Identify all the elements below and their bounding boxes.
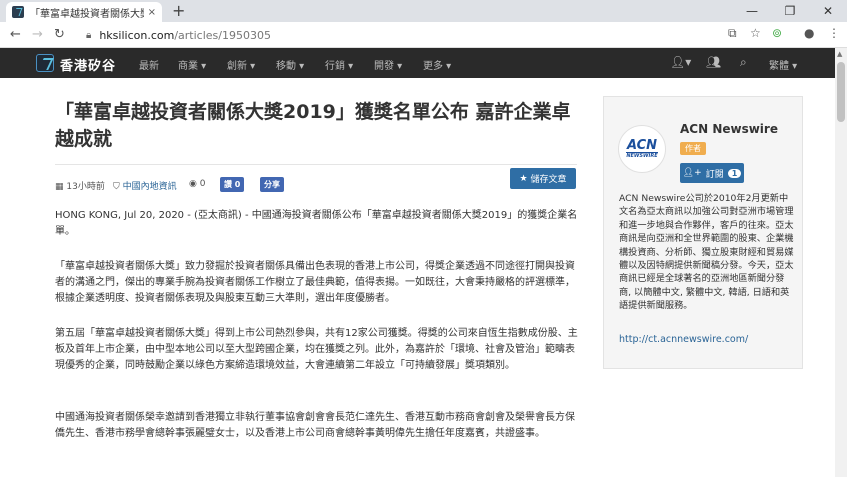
- article-category[interactable]: ⛉ 中國內地資訊: [113, 179, 177, 192]
- back-arrow-icon[interactable]: ←: [10, 26, 21, 44]
- author-website-link[interactable]: http://ct.acnnewswire.com/: [619, 334, 748, 345]
- nav-latest[interactable]: 最新: [139, 57, 159, 72]
- article-paragraph: 中國通海投資者關係榮幸邀請到香港獨立非執行董事協會創會會長范仁達先生、香港互動市…: [55, 412, 575, 439]
- save-article-button[interactable]: ★ 儲存文章: [510, 168, 576, 189]
- menu-kebab-icon[interactable]: ⋮: [828, 26, 840, 40]
- save-article-label: 儲存文章: [530, 175, 567, 185]
- search-icon[interactable]: ⌕: [740, 55, 747, 70]
- subscribe-button[interactable]: 👤︎+ 訂閱 1: [680, 163, 744, 183]
- language-select[interactable]: 繁體 ▾: [769, 57, 797, 72]
- window-close-button[interactable]: ✕: [809, 0, 847, 22]
- scrollbar-thumb[interactable]: [837, 62, 845, 122]
- subscribe-label: 訂閱: [705, 169, 724, 180]
- nav-development[interactable]: 開發 ▾: [374, 57, 402, 72]
- forward-arrow-icon[interactable]: →: [32, 26, 43, 44]
- page-scrollbar[interactable]: ▲: [835, 48, 847, 477]
- browser-tab-bar: 「華富卓越投資者關係大獎2019 × + — ❐ ✕: [0, 0, 847, 22]
- browser-toolbar: ← → ↻ 🔒︎ hksilicon.com/articles/1950305 …: [0, 22, 847, 48]
- article-title: 「華富卓越投資者關係大獎2019」獲獎名單公布 嘉許企業卓越成就: [55, 101, 571, 150]
- url-text: hksilicon.com/articles/1950305: [99, 29, 271, 42]
- community-icon[interactable]: 👥︎: [706, 55, 721, 69]
- article-time-text: 13小時前: [66, 182, 105, 192]
- nav-more[interactable]: 更多 ▾: [423, 57, 451, 72]
- facebook-share-button[interactable]: 分享: [260, 177, 284, 192]
- subscriber-count-badge: 1: [727, 168, 742, 178]
- divider: [55, 164, 577, 165]
- extension-icon[interactable]: ⊚: [772, 26, 782, 40]
- tag-icon: ⛉: [113, 182, 123, 192]
- lock-icon: 🔒︎: [86, 29, 92, 41]
- avatar-logo-main: ACN: [626, 137, 658, 153]
- article-time: ▦ 13小時前: [55, 179, 105, 192]
- star-icon: ★: [519, 173, 531, 184]
- author-avatar[interactable]: ACN NEWSWIRE: [618, 125, 666, 173]
- article-paragraph: 第五屆「華富卓越投資者關係大獎」得到上市公司熱烈參與，共有12家公司獲獎。得獎的…: [55, 328, 578, 371]
- tab-title: 「華富卓越投資者關係大獎2019: [30, 8, 144, 20]
- nav-mobile[interactable]: 移動 ▾: [276, 57, 304, 72]
- eye-icon: ◉: [189, 179, 200, 189]
- add-user-icon: 👤︎+: [682, 168, 702, 178]
- author-description: ACN Newswire公司於2010年2月更新中文名為亞太商訊以加強公司對亞洲…: [619, 193, 794, 312]
- site-navbar: 香港矽谷 最新 商業 ▾ 創新 ▾ 移動 ▾ 行銷 ▾ 開發 ▾ 更多 ▾ 👤︎…: [0, 48, 835, 78]
- user-menu-icon[interactable]: 👤︎▾: [670, 55, 691, 69]
- site-logo-icon[interactable]: [36, 54, 54, 72]
- url-host: hksilicon.com: [99, 28, 175, 42]
- category-link[interactable]: 中國內地資訊: [123, 182, 177, 192]
- views-count: 0: [199, 179, 206, 189]
- author-panel: ACN NEWSWIRE ACN Newswire 作者 👤︎+ 訂閱 1 AC…: [603, 96, 803, 369]
- article-paragraph: HONG KONG, Jul 20, 2020 - (亞太商訊) - 中國通海投…: [55, 210, 578, 237]
- nav-business[interactable]: 商業 ▾: [178, 57, 206, 72]
- scroll-up-icon[interactable]: ▲: [837, 50, 842, 58]
- facebook-like-button[interactable]: 讚 0: [220, 177, 245, 192]
- profile-icon[interactable]: ●: [804, 26, 814, 40]
- bookmark-star-icon[interactable]: ☆: [750, 26, 761, 40]
- maximize-button[interactable]: ❐: [771, 0, 809, 22]
- nav-marketing[interactable]: 行銷 ▾: [325, 57, 353, 72]
- tab-close-icon[interactable]: ×: [148, 7, 156, 18]
- address-bar[interactable]: 🔒︎ hksilicon.com/articles/1950305: [80, 25, 800, 45]
- article-views: ◉ 0: [189, 179, 205, 189]
- nav-innovation[interactable]: 創新 ▾: [227, 57, 255, 72]
- avatar-logo-sub: NEWSWIRE: [626, 151, 658, 159]
- browser-tab[interactable]: 「華富卓越投資者關係大獎2019 ×: [6, 2, 162, 22]
- calendar-icon: ▦: [55, 182, 67, 192]
- article-paragraph: 「華富卓越投資者關係大獎」致力發掘於投資者關係具備出色表現的香港上市公司，得獎企…: [55, 261, 575, 304]
- site-logo-text[interactable]: 香港矽谷: [60, 55, 116, 74]
- article-meta: ▦ 13小時前 ⛉ 中國內地資訊 ◉ 0 讚 0 分享: [55, 173, 577, 197]
- author-badge: 作者: [680, 142, 706, 155]
- translate-icon[interactable]: ⧉: [728, 26, 737, 41]
- author-name[interactable]: ACN Newswire: [680, 122, 778, 136]
- new-tab-button[interactable]: +: [172, 2, 185, 20]
- reload-icon[interactable]: ↻: [54, 26, 65, 44]
- site-favicon-icon: [12, 6, 24, 18]
- minimize-button[interactable]: —: [733, 0, 771, 22]
- url-path: /articles/1950305: [174, 28, 271, 42]
